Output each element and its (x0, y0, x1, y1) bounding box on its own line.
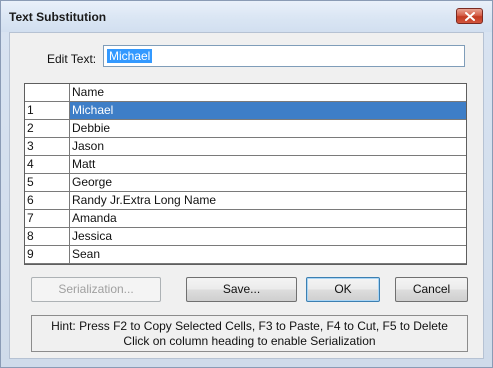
row-number[interactable]: 7 (25, 210, 70, 228)
hint-line-2: Click on column heading to enable Serial… (123, 334, 376, 348)
save-button[interactable]: Save... (186, 277, 297, 302)
table-row[interactable]: 4 Matt (25, 156, 466, 174)
table-row[interactable]: 9 Sean (25, 246, 466, 264)
table-row[interactable]: 8 Jessica (25, 228, 466, 246)
edit-text-label: Edit Text: (47, 52, 97, 66)
table-row[interactable]: 7 Amanda (25, 210, 466, 228)
row-number[interactable]: 5 (25, 174, 70, 192)
row-number[interactable]: 2 (25, 120, 70, 138)
name-cell[interactable]: Michael (70, 102, 466, 119)
name-cell[interactable]: Debbie (70, 120, 466, 137)
hint-line-1: Hint: Press F2 to Copy Selected Cells, F… (51, 319, 448, 333)
row-number[interactable]: 8 (25, 228, 70, 246)
serialization-button[interactable]: Serialization... (31, 277, 161, 302)
grid-header-row: Name (25, 84, 466, 102)
name-cell[interactable]: Randy Jr.Extra Long Name (70, 192, 466, 209)
table-row[interactable]: 6 Randy Jr.Extra Long Name (25, 192, 466, 210)
name-cell[interactable]: Jason (70, 138, 466, 155)
row-number[interactable]: 3 (25, 138, 70, 156)
row-number[interactable]: 6 (25, 192, 70, 210)
table-row[interactable]: 3 Jason (25, 138, 466, 156)
text-substitution-dialog: Text Substitution Edit Text: Michael Nam… (0, 0, 493, 368)
name-cell[interactable]: George (70, 174, 466, 191)
row-number[interactable]: 4 (25, 156, 70, 174)
table-row[interactable]: 5 George (25, 174, 466, 192)
close-icon (465, 12, 475, 21)
title-bar[interactable]: Text Substitution (1, 1, 492, 32)
grid-corner-cell[interactable] (25, 84, 70, 102)
edit-text-input[interactable]: Michael (103, 45, 465, 67)
ok-button[interactable]: OK (306, 277, 380, 302)
row-number[interactable]: 9 (25, 246, 70, 264)
cancel-button[interactable]: Cancel (395, 277, 468, 302)
names-grid[interactable]: Name 1 Michael 2 Debbie 3 Jason 4 Matt 5 George 6 R… (24, 83, 467, 265)
row-number[interactable]: 1 (25, 102, 70, 120)
dialog-body: Edit Text: Michael Name 1 Michael 2 Debbie 3… (9, 32, 484, 359)
table-row[interactable]: 2 Debbie (25, 120, 466, 138)
name-cell[interactable]: Jessica (70, 228, 466, 245)
hint-box: Hint: Press F2 to Copy Selected Cells, F… (31, 315, 468, 352)
close-button[interactable] (456, 8, 483, 24)
edit-text-value: Michael (107, 49, 153, 63)
name-cell[interactable]: Amanda (70, 210, 466, 227)
window-title: Text Substitution (9, 10, 107, 24)
table-row[interactable]: 1 Michael (25, 102, 466, 120)
name-cell[interactable]: Sean (70, 246, 466, 263)
column-header-name[interactable]: Name (70, 84, 466, 101)
name-cell[interactable]: Matt (70, 156, 466, 173)
